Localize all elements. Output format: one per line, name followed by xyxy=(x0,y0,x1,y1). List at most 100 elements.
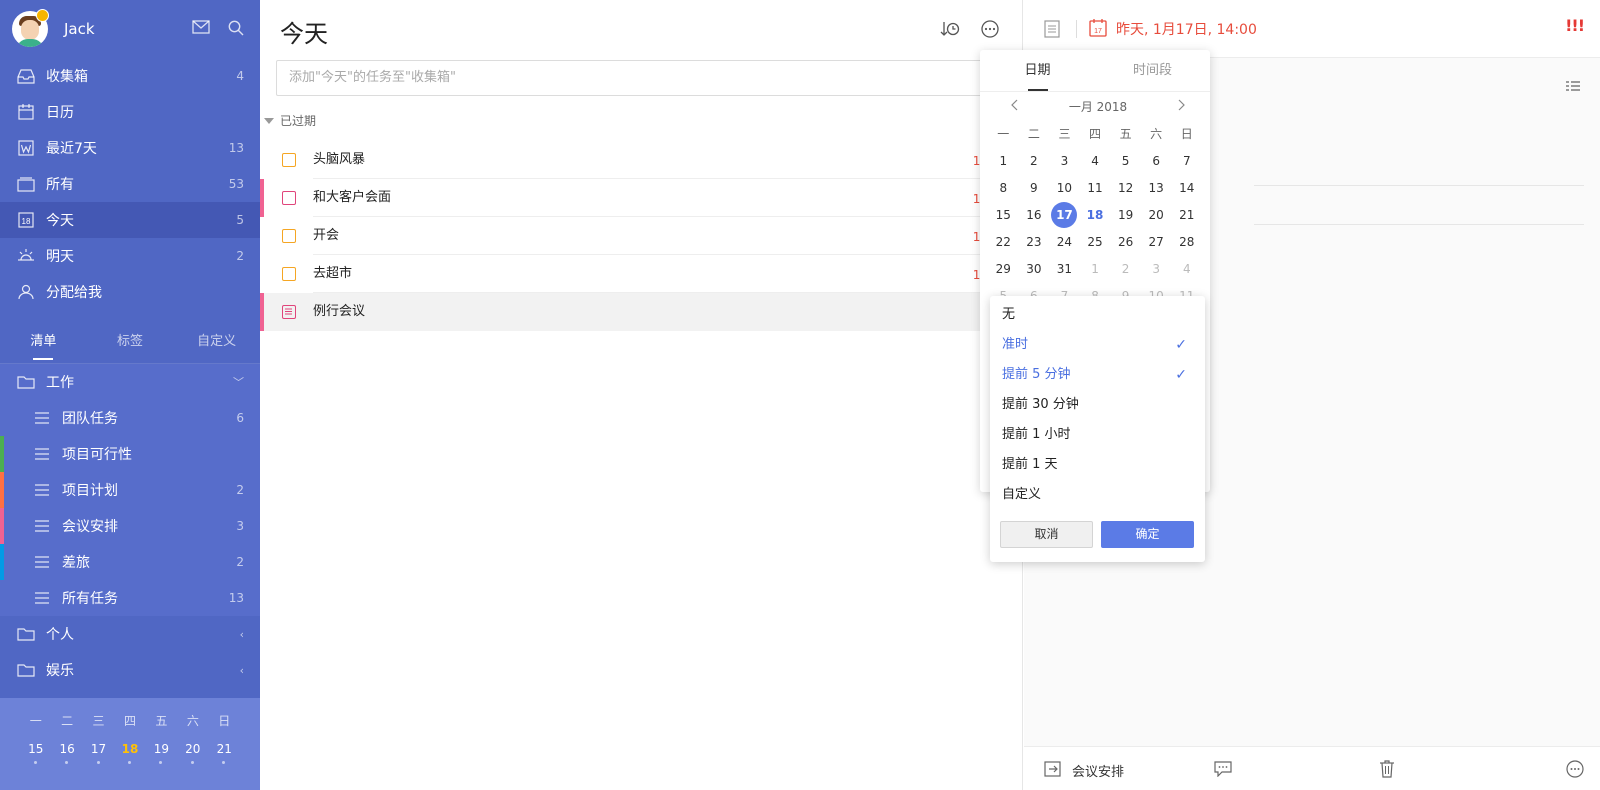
add-task-input[interactable]: 添加"今天"的任务至"收集箱" xyxy=(276,60,1006,96)
task-row[interactable]: 例行会议 昨 xyxy=(260,293,1000,331)
reminder-option[interactable]: 提前 1 小时 xyxy=(990,420,1205,450)
sidebar-list-item[interactable]: 会议安排 3 xyxy=(0,508,260,544)
search-icon[interactable] xyxy=(228,20,244,36)
sidebar-item[interactable]: 明天 2 xyxy=(0,238,260,274)
task-row[interactable]: 开会 1月1 xyxy=(260,217,1000,255)
sidebar-item[interactable]: 最近7天 13 xyxy=(0,130,260,166)
sidebar-item[interactable]: 18 今天 5 xyxy=(0,202,260,238)
calendar-day[interactable]: 28 xyxy=(1171,235,1202,249)
sidebar-item[interactable]: 所有 53 xyxy=(0,166,260,202)
sidebar-list-item[interactable]: 团队任务 6 xyxy=(0,400,260,436)
reminder-option[interactable]: 无 xyxy=(990,300,1205,330)
calendar-day[interactable]: 13 xyxy=(1141,181,1172,195)
calendar-day[interactable]: 4 xyxy=(1171,262,1202,276)
calendar-day[interactable]: 9 xyxy=(1019,181,1050,195)
sort-icon[interactable] xyxy=(940,20,960,42)
tab-custom[interactable]: 自定义 xyxy=(173,320,260,364)
reminder-option[interactable]: 提前 30 分钟 xyxy=(990,390,1205,420)
calendar-day[interactable]: 25 xyxy=(1080,235,1111,249)
calendar-day[interactable]: 18 xyxy=(1080,208,1111,222)
calendar-day[interactable]: 1 xyxy=(1080,262,1111,276)
task-title[interactable]: 头脑风暴 xyxy=(313,141,1000,179)
calendar-day[interactable]: 21 xyxy=(1171,208,1202,222)
calendar-day[interactable]: 29 xyxy=(988,262,1019,276)
sidebar-item[interactable]: 日历 xyxy=(0,94,260,130)
mini-calendar-day[interactable]: 18 xyxy=(114,742,145,764)
due-date-calendar-icon[interactable]: 17 xyxy=(1088,18,1108,42)
cancel-button[interactable]: 取消 xyxy=(1000,521,1093,548)
sidebar-list-item[interactable]: 项目可行性 xyxy=(0,436,260,472)
more-options-icon[interactable] xyxy=(1566,760,1584,782)
chevron-left-icon[interactable]: ‹ xyxy=(240,664,244,677)
reminder-option[interactable]: 提前 1 天 xyxy=(990,450,1205,480)
task-checkbox[interactable] xyxy=(282,229,296,243)
task-title[interactable]: 去超市 xyxy=(313,255,1000,293)
tab-tags[interactable]: 标签 xyxy=(87,320,174,364)
sidebar-list-item[interactable]: 项目计划 2 xyxy=(0,472,260,508)
calendar-day[interactable]: 2 xyxy=(1019,154,1050,168)
calendar-day[interactable]: 27 xyxy=(1141,235,1172,249)
chevron-left-icon[interactable]: ‹ xyxy=(240,628,244,641)
more-options-icon[interactable] xyxy=(980,20,1000,42)
calendar-day[interactable]: 20 xyxy=(1141,208,1172,222)
sidebar-list-item[interactable]: 所有任务 13 xyxy=(0,580,260,616)
calendar-day[interactable]: 1 xyxy=(988,154,1019,168)
reminder-option[interactable]: 提前 5 分钟 ✓ xyxy=(990,360,1205,390)
move-to-list-icon[interactable] xyxy=(1044,761,1062,781)
task-title[interactable]: 开会 xyxy=(313,217,1000,255)
calendar-day[interactable]: 24 xyxy=(1049,235,1080,249)
mini-calendar-day[interactable]: 20 xyxy=(177,742,208,764)
tab-date[interactable]: 日期 xyxy=(980,50,1095,91)
calendar-day[interactable]: 15 xyxy=(988,208,1019,222)
calendar-day[interactable]: 19 xyxy=(1110,208,1141,222)
task-checkbox[interactable] xyxy=(282,153,296,167)
task-title[interactable]: 例行会议 xyxy=(313,293,1000,331)
notes-mode-icon[interactable] xyxy=(1044,20,1060,42)
calendar-day[interactable]: 12 xyxy=(1110,181,1141,195)
task-list-name[interactable]: 会议安排 xyxy=(1072,761,1124,780)
next-month-icon[interactable] xyxy=(1178,99,1186,114)
calendar-day[interactable]: 7 xyxy=(1171,154,1202,168)
prev-month-icon[interactable] xyxy=(1010,99,1018,114)
calendar-day[interactable]: 5 xyxy=(1110,154,1141,168)
mail-icon[interactable] xyxy=(192,20,210,36)
due-date-label[interactable]: 昨天, 1月17日, 14:00 xyxy=(1116,19,1257,39)
folder-work[interactable]: 工作 ﹀ xyxy=(0,364,260,400)
calendar-day[interactable]: 31 xyxy=(1049,262,1080,276)
overdue-section-header[interactable]: 已过期 xyxy=(264,112,316,129)
username[interactable]: Jack xyxy=(64,20,95,38)
mini-calendar-day[interactable]: 16 xyxy=(51,742,82,764)
calendar-day[interactable]: 14 xyxy=(1171,181,1202,195)
folder-entertainment[interactable]: 娱乐 ‹ xyxy=(0,652,260,688)
calendar-day[interactable]: 2 xyxy=(1110,262,1141,276)
task-row[interactable]: 和大客户会面 1月1 xyxy=(260,179,1000,217)
confirm-button[interactable]: 确定 xyxy=(1101,521,1194,548)
calendar-day[interactable]: 6 xyxy=(1141,154,1172,168)
calendar-day[interactable]: 30 xyxy=(1019,262,1050,276)
mini-calendar-day[interactable]: 15 xyxy=(20,742,51,764)
folder-personal[interactable]: 个人 ‹ xyxy=(0,616,260,652)
sidebar-item[interactable]: 收集箱 4 xyxy=(0,58,260,94)
checklist-icon[interactable] xyxy=(1566,80,1580,96)
sidebar-item[interactable]: 分配给我 xyxy=(0,274,260,310)
priority-flag[interactable]: !!! xyxy=(1565,16,1585,35)
calendar-day[interactable]: 4 xyxy=(1080,154,1111,168)
calendar-day[interactable]: 26 xyxy=(1110,235,1141,249)
comment-icon[interactable] xyxy=(1214,761,1232,781)
mini-calendar-day[interactable]: 17 xyxy=(83,742,114,764)
calendar-day[interactable]: 11 xyxy=(1080,181,1111,195)
tab-lists[interactable]: 清单 xyxy=(0,320,87,364)
calendar-day[interactable]: 3 xyxy=(1141,262,1172,276)
task-title[interactable]: 和大客户会面 xyxy=(313,179,1000,217)
calendar-day[interactable]: 3 xyxy=(1049,154,1080,168)
mini-calendar-day[interactable]: 21 xyxy=(209,742,240,764)
mini-calendar-day[interactable]: 19 xyxy=(146,742,177,764)
reminder-option[interactable]: 准时 ✓ xyxy=(990,330,1205,360)
tab-duration[interactable]: 时间段 xyxy=(1095,50,1210,91)
task-row[interactable]: 头脑风暴 1月1 xyxy=(260,141,1000,179)
calendar-day[interactable]: 17 xyxy=(1049,201,1080,228)
calendar-day[interactable]: 10 xyxy=(1049,181,1080,195)
calendar-day[interactable]: 23 xyxy=(1019,235,1050,249)
task-checkbox[interactable] xyxy=(282,267,296,281)
sidebar-list-item[interactable]: 差旅 2 xyxy=(0,544,260,580)
